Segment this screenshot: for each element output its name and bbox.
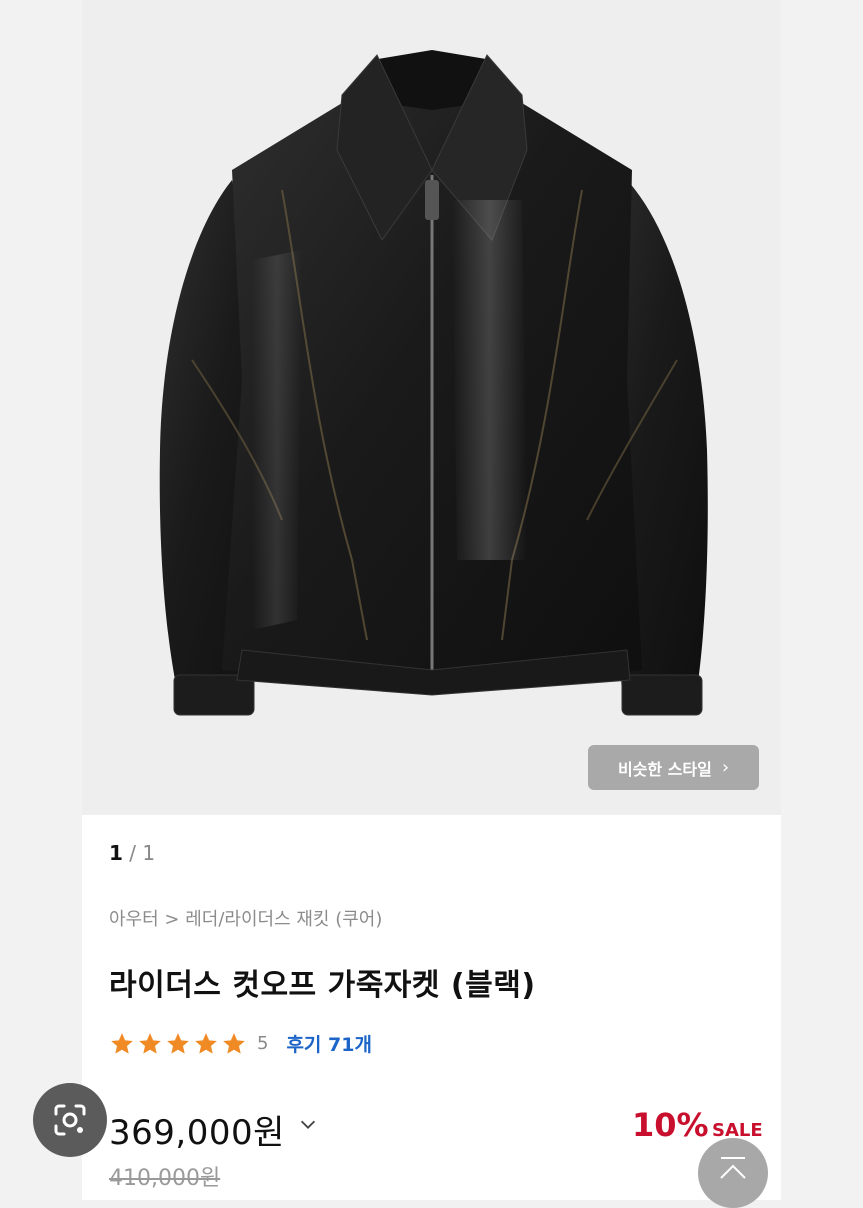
camera-lens-icon xyxy=(54,1104,86,1136)
pager-separator: / xyxy=(129,841,137,865)
sale-price: 369,000원 xyxy=(109,1113,285,1153)
star-icon xyxy=(111,1032,133,1054)
lens-search-button[interactable] xyxy=(33,1083,107,1157)
rating-score: 5 xyxy=(257,1033,269,1054)
scroll-to-top-button[interactable] xyxy=(698,1138,768,1208)
chevron-down-icon[interactable] xyxy=(297,1113,319,1135)
leather-jacket-image xyxy=(159,50,708,716)
pager-current: 1 xyxy=(109,841,123,865)
product-image[interactable]: 비슷한 스타일 › xyxy=(82,0,781,815)
rating-stars xyxy=(109,1031,247,1057)
rating-row: 5 후기 71개 xyxy=(109,1030,372,1057)
right-gutter xyxy=(781,0,863,1200)
star-icon xyxy=(167,1032,189,1054)
chevron-right-icon: › xyxy=(721,757,730,778)
chevron-up-icon xyxy=(720,1157,746,1179)
left-gutter xyxy=(0,0,82,1200)
breadcrumb[interactable]: 아우터 > 레더/라이더스 재킷 (쿠어) xyxy=(109,905,382,931)
original-price: 410,000원 xyxy=(109,1166,221,1191)
pager-total: 1 xyxy=(142,841,156,865)
star-icon xyxy=(139,1032,161,1054)
similar-style-label: 비슷한 스타일 xyxy=(617,759,712,779)
similar-style-button[interactable]: 비슷한 스타일 › xyxy=(588,745,759,790)
reviews-link[interactable]: 후기 71개 xyxy=(286,1030,372,1057)
product-title: 라이더스 컷오프 가죽자켓 (블랙) xyxy=(109,968,536,1003)
star-icon xyxy=(195,1032,217,1054)
star-icon xyxy=(223,1032,245,1054)
image-pager: 1 / 1 xyxy=(109,841,155,865)
discount-percent: 10% xyxy=(632,1106,709,1144)
product-info: 1 / 1 아우터 > 레더/라이더스 재킷 (쿠어) 라이더스 컷오프 가죽자… xyxy=(82,815,781,1200)
